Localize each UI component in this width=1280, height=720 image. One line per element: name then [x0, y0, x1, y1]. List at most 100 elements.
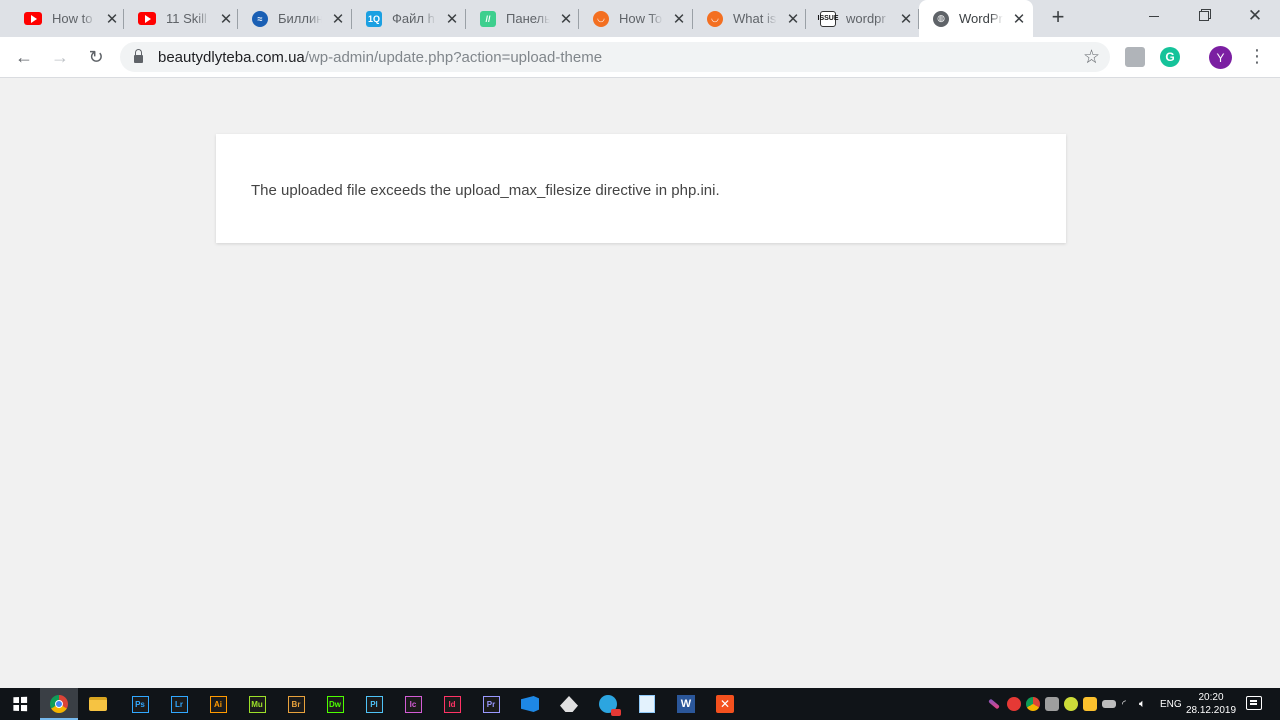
taskbar-app-inkscape[interactable]: [557, 692, 581, 716]
restore-icon: [1199, 11, 1209, 21]
tab-title: How to: [52, 11, 93, 26]
tab-2[interactable]: 11 Skill ✕: [124, 0, 238, 37]
tab-title: Панель: [506, 11, 550, 26]
minimize-button[interactable]: [1131, 0, 1177, 32]
notification-center-icon[interactable]: [1246, 696, 1262, 710]
tab-4[interactable]: 1Q Файл h ✕: [352, 0, 466, 37]
extension-profile-icon[interactable]: [1125, 47, 1145, 67]
tab-title: Биллин: [278, 11, 322, 26]
reload-icon: ↻: [88, 46, 104, 67]
forward-button[interactable]: →: [48, 45, 72, 69]
volume-icon[interactable]: 🔈︎: [1139, 688, 1146, 720]
grammarly-icon[interactable]: G: [1160, 47, 1180, 67]
taskbar-app-xmind[interactable]: ✕: [713, 692, 737, 716]
close-window-button[interactable]: ✕: [1232, 0, 1278, 32]
tab-3[interactable]: ≈ Биллин ✕: [238, 0, 352, 37]
close-tab-icon[interactable]: ✕: [785, 11, 801, 28]
tab-5[interactable]: // Панель ✕: [466, 0, 579, 37]
reload-button[interactable]: ↻: [84, 45, 108, 69]
billing-globe-icon: ≈: [252, 10, 268, 27]
browser-menu-icon[interactable]: ⋮: [1248, 46, 1266, 68]
new-tab-button[interactable]: +: [1047, 6, 1069, 29]
taskbar-app-br[interactable]: Br: [284, 692, 308, 716]
wifi-icon[interactable]: ◜: [1122, 688, 1126, 720]
windows-taskbar: Ps Lr Ai Mu Br Dw Pl Ic Id Pr W ✕ ◜ 🔈︎ ENG 20:20 …: [0, 688, 1280, 720]
tab-title: What is: [733, 11, 777, 26]
indesign-icon: Id: [443, 695, 461, 713]
start-button[interactable]: [0, 688, 40, 720]
tab-9-active[interactable]: ◍ WordPr ✕: [919, 0, 1033, 37]
taskbar-app-vs[interactable]: [518, 692, 542, 716]
tray-red-icon[interactable]: [1007, 697, 1021, 711]
orange-bucket-icon: ◡: [707, 10, 723, 27]
taskbar-app-pr[interactable]: Pr: [479, 692, 503, 716]
clock-date: 28.12.2019: [1185, 705, 1237, 716]
close-tab-icon[interactable]: ✕: [671, 11, 687, 28]
tray-battery-icon[interactable]: [1083, 697, 1097, 711]
minimize-icon: [1149, 15, 1159, 17]
close-tab-icon[interactable]: ✕: [330, 11, 346, 28]
close-tab-icon[interactable]: ✕: [558, 11, 574, 28]
incopy-icon: Ic: [404, 695, 422, 713]
back-button[interactable]: ←: [12, 45, 36, 69]
taskbar-app-pl[interactable]: Pl: [362, 692, 386, 716]
bridge-icon: Br: [287, 695, 305, 713]
taskbar-app-ic[interactable]: Ic: [401, 692, 425, 716]
profile-avatar[interactable]: Y: [1209, 46, 1232, 69]
globe-icon: ◍: [933, 10, 949, 27]
taskbar-app-lr[interactable]: Lr: [167, 692, 191, 716]
lightroom-icon: Lr: [170, 695, 188, 713]
error-message-box: The uploaded file exceeds the upload_max…: [216, 134, 1066, 243]
tab-8[interactable]: ISSUE wordpr ✕: [806, 0, 919, 37]
windows-logo-icon: [13, 696, 28, 712]
page-content: The uploaded file exceeds the upload_max…: [0, 78, 1280, 688]
taskbar-file-explorer[interactable]: [86, 692, 110, 716]
tab-6[interactable]: ◡ How To ✕: [579, 0, 693, 37]
browser-toolbar: ← → ↻ beautydlyteba.com.ua/wp-admin/upda…: [0, 37, 1280, 78]
tab-title: How To: [619, 11, 663, 26]
orange-bucket-icon: ◡: [593, 10, 609, 27]
taskbar-app-word[interactable]: W: [674, 692, 698, 716]
close-tab-icon[interactable]: ✕: [898, 11, 914, 28]
close-tab-icon[interactable]: ✕: [1011, 11, 1027, 28]
taskbar-app-dw[interactable]: Dw: [323, 692, 347, 716]
taskbar-app-notepad[interactable]: [635, 692, 659, 716]
tray-power-icon[interactable]: [1102, 700, 1116, 708]
prelude-icon: Pl: [365, 695, 383, 713]
taskbar-app-ai[interactable]: Ai: [206, 692, 230, 716]
tab-7[interactable]: ◡ What is ✕: [693, 0, 806, 37]
language-indicator[interactable]: ENG: [1160, 688, 1182, 720]
close-tab-icon[interactable]: ✕: [104, 11, 120, 28]
illustrator-icon: Ai: [209, 695, 227, 713]
taskbar-app-mu[interactable]: Mu: [245, 692, 269, 716]
close-icon: ✕: [1247, 6, 1263, 25]
taskbar-chrome[interactable]: [47, 692, 71, 716]
lock-icon[interactable]: [134, 49, 143, 63]
bookmark-star-icon[interactable]: ☆: [1083, 46, 1100, 69]
close-tab-icon[interactable]: ✕: [444, 11, 460, 28]
tray-drive-icon[interactable]: [1045, 697, 1059, 711]
xmind-icon: ✕: [716, 695, 734, 713]
tray-green-icon[interactable]: [1064, 697, 1078, 711]
taskbar-app-telegram[interactable]: [596, 692, 621, 716]
tab-title: Файл h: [392, 11, 435, 26]
clock[interactable]: 20:20 28.12.2019: [1183, 691, 1239, 717]
tab-1[interactable]: How to ✕: [10, 0, 124, 37]
photoshop-icon: Ps: [131, 695, 149, 713]
tray-chrome-icon[interactable]: [1026, 697, 1040, 711]
vscode-icon: [521, 696, 539, 712]
word-icon: W: [677, 695, 695, 713]
tab-strip: How to ✕ 11 Skill ✕ ≈ Биллин ✕ 1Q Файл h…: [0, 0, 1280, 37]
forward-arrow-icon: →: [51, 46, 69, 67]
pen-icon[interactable]: [988, 698, 1000, 710]
close-tab-icon[interactable]: ✕: [218, 11, 234, 28]
url-path: /wp-admin/update.php?action=upload-theme: [304, 48, 603, 66]
issuu-icon: ISSUE: [818, 10, 839, 27]
restore-button[interactable]: [1181, 0, 1227, 32]
clock-time: 20:20: [1198, 692, 1224, 703]
taskbar-app-ps[interactable]: Ps: [128, 692, 152, 716]
dreamweaver-icon: Dw: [326, 695, 344, 713]
address-bar[interactable]: beautydlyteba.com.ua/wp-admin/update.php…: [120, 42, 1110, 72]
telegram-icon: [599, 695, 621, 716]
taskbar-app-id[interactable]: Id: [440, 692, 464, 716]
